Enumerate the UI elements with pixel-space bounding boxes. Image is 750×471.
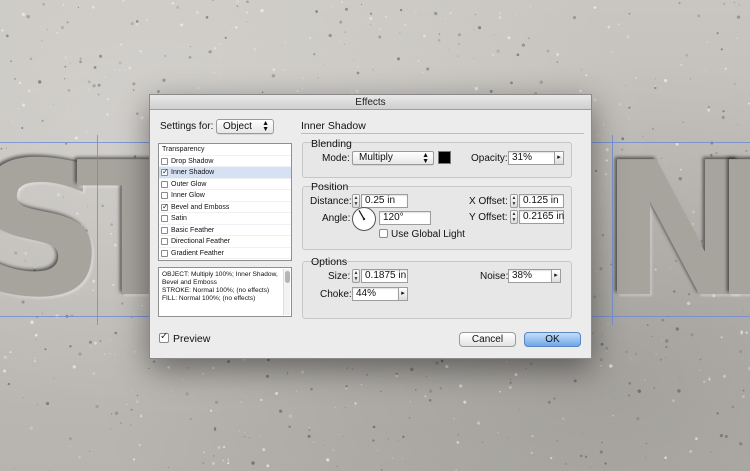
choke-popup-button[interactable]: ▸ xyxy=(399,287,408,301)
effect-label: Basic Feather xyxy=(171,226,215,234)
effect-label: Transparency xyxy=(162,146,205,153)
summary-line: Bevel and Emboss xyxy=(162,279,217,286)
noise-label: Noise: xyxy=(480,271,509,282)
settings-for-value: Object xyxy=(223,121,252,132)
y-offset-field[interactable]: 0.2165 in xyxy=(519,210,564,224)
preview-checkbox[interactable]: ✓ xyxy=(159,331,169,343)
effect-label: Outer Glow xyxy=(171,180,207,188)
choke-label: Choke: xyxy=(320,289,352,300)
effect-checkbox[interactable] xyxy=(161,238,168,245)
effect-item[interactable]: ✓ Bevel and Emboss xyxy=(159,201,291,213)
size-field[interactable]: 0.1875 in xyxy=(361,269,408,283)
distance-label: Distance: xyxy=(310,196,352,207)
frame-edge-right xyxy=(612,135,613,325)
ok-button[interactable]: OK xyxy=(524,332,581,347)
summary-line: OBJECT: Multiply 100%; Inner Shadow, xyxy=(162,271,278,278)
checkmark-icon: ✓ xyxy=(162,167,169,176)
global-light-label: Use Global Light xyxy=(391,229,465,240)
effect-item[interactable]: Inner Glow xyxy=(159,190,291,202)
effect-checkbox[interactable] xyxy=(161,215,168,222)
effect-item[interactable]: Transparency xyxy=(159,144,291,156)
mode-value: Multiply xyxy=(359,152,393,163)
dialog-title: Effects xyxy=(150,95,591,110)
effect-checkbox[interactable] xyxy=(161,249,168,257)
select-arrows-icon: ▲ ▼ xyxy=(262,120,269,133)
blending-title: Blending xyxy=(311,138,352,150)
size-stepper[interactable]: ▲ ▼ xyxy=(352,269,360,283)
effect-item[interactable]: Satin xyxy=(159,213,291,225)
angle-label: Angle: xyxy=(322,213,351,224)
effect-item[interactable]: Basic Feather xyxy=(159,225,291,236)
select-arrows-icon: ▲ ▼ xyxy=(422,152,429,165)
effect-label: Directional Feather xyxy=(171,238,231,245)
effect-label: Gradient Feather xyxy=(171,249,224,257)
opacity-popup-button[interactable]: ▸ xyxy=(555,151,564,165)
effect-label: Bevel and Emboss xyxy=(171,203,230,211)
effects-list[interactable]: Transparency Drop Shadow ✓ Inner Shadow Oute… xyxy=(158,143,292,261)
y-offset-stepper[interactable]: ▲ ▼ xyxy=(510,210,518,224)
effect-item[interactable]: ✓ Inner Shadow xyxy=(159,167,291,179)
position-title: Position xyxy=(311,181,349,193)
effect-label: Inner Shadow xyxy=(171,169,215,176)
effect-checkbox[interactable]: ✓ xyxy=(161,201,169,211)
section-divider xyxy=(301,133,584,134)
effect-checkbox[interactable] xyxy=(161,192,168,199)
cancel-button[interactable]: Cancel xyxy=(459,332,516,347)
mode-label: Mode: xyxy=(322,153,350,164)
effect-item[interactable]: Directional Feather xyxy=(159,236,291,248)
preview-label: Preview xyxy=(173,333,211,345)
angle-dial[interactable] xyxy=(351,206,377,232)
effect-item[interactable]: Outer Glow xyxy=(159,179,291,190)
x-offset-field[interactable]: 0.125 in xyxy=(519,194,564,208)
effects-dialog: Effects Settings for: Object ▲ ▼ Transpar… xyxy=(149,94,592,359)
angle-field[interactable]: 120° xyxy=(379,211,431,225)
options-title: Options xyxy=(311,256,348,268)
scroll-thumb[interactable] xyxy=(285,271,290,283)
stone-letter-e: E xyxy=(712,138,750,323)
summary-line: FILL: Normal 100%; (no effects) xyxy=(162,295,256,302)
opacity-label: Opacity: xyxy=(471,153,508,164)
effect-checkbox[interactable] xyxy=(161,157,168,165)
settings-for-select[interactable]: Object ▲ ▼ xyxy=(216,119,274,134)
summary-scrollbar[interactable] xyxy=(283,269,290,315)
effect-label: Inner Glow xyxy=(171,192,205,199)
checkmark-icon: ✓ xyxy=(162,201,169,211)
effect-checkbox[interactable]: ✓ xyxy=(161,167,169,176)
checkmark-icon: ✓ xyxy=(160,331,169,342)
effect-checkbox[interactable] xyxy=(161,180,168,188)
effect-checkbox[interactable] xyxy=(161,226,168,234)
mode-select[interactable]: Multiply ▲ ▼ xyxy=(352,151,434,165)
choke-field[interactable]: 44% xyxy=(352,287,399,301)
y-offset-label: Y Offset: xyxy=(469,212,508,223)
effect-item[interactable]: Drop Shadow xyxy=(159,156,291,167)
settings-for-label: Settings for: xyxy=(160,121,214,132)
effect-label: Drop Shadow xyxy=(171,157,214,165)
frame-edge-left xyxy=(97,135,98,325)
effects-summary: OBJECT: Multiply 100%; Inner Shadow, Bev… xyxy=(158,267,292,317)
summary-line: STROKE: Normal 100%; (no effects) xyxy=(162,287,270,294)
x-offset-stepper[interactable]: ▲ ▼ xyxy=(510,194,518,208)
effect-item[interactable]: Gradient Feather xyxy=(159,248,291,259)
section-title: Inner Shadow xyxy=(301,120,366,132)
x-offset-label: X Offset: xyxy=(469,196,508,207)
size-label: Size: xyxy=(328,271,351,282)
effect-label: Satin xyxy=(171,215,187,222)
opacity-field[interactable]: 31% xyxy=(508,151,555,165)
noise-popup-button[interactable]: ▸ xyxy=(552,269,561,283)
noise-field[interactable]: 38% xyxy=(508,269,552,283)
global-light-checkbox[interactable] xyxy=(379,229,388,238)
shadow-color-swatch[interactable] xyxy=(438,151,451,164)
